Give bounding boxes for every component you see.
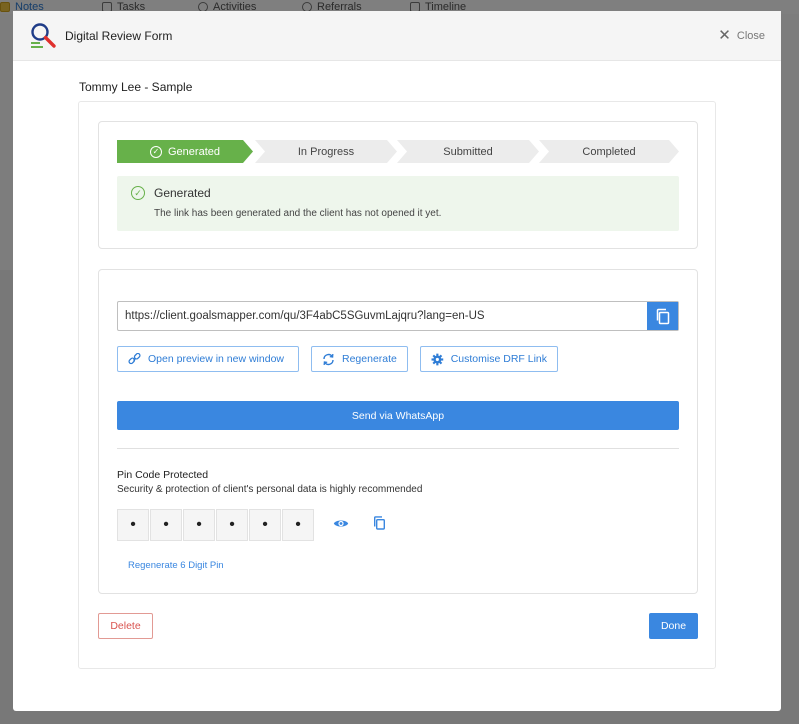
done-button[interactable]: Done xyxy=(649,613,698,639)
close-icon: ✕ xyxy=(718,27,731,44)
open-preview-label: Open preview in new window xyxy=(148,353,284,365)
step-submitted-label: Submitted xyxy=(443,145,493,158)
pin-digit[interactable]: • xyxy=(117,509,149,541)
refresh-icon xyxy=(323,353,334,365)
pin-code-field: • • • • • • xyxy=(117,509,314,541)
check-circle-icon: ✓ xyxy=(150,146,162,158)
customise-label: Customise DRF Link xyxy=(450,353,547,365)
regenerate-label: Regenerate xyxy=(342,353,397,365)
pin-digit[interactable]: • xyxy=(216,509,248,541)
check-circle-icon: ✓ xyxy=(131,186,145,200)
gear-icon xyxy=(431,353,444,365)
regenerate-pin-link[interactable]: Regenerate 6 Digit Pin xyxy=(128,560,224,571)
delete-button[interactable]: Delete xyxy=(98,613,153,639)
modal-header: Digital Review Form ✕ Close xyxy=(13,11,781,61)
close-label: Close xyxy=(736,29,765,42)
link-icon xyxy=(128,352,141,364)
link-card: https://client.goalsmapper.com/qu/3F4abC… xyxy=(98,269,698,594)
customise-drf-link-button[interactable]: Customise DRF Link xyxy=(420,346,558,372)
magnifier-logo-icon xyxy=(29,22,57,50)
copy-url-button[interactable] xyxy=(647,302,678,330)
step-submitted: Submitted xyxy=(397,140,539,163)
client-name: Tommy Lee - Sample xyxy=(79,80,193,94)
step-completed-label: Completed xyxy=(582,145,636,158)
divider xyxy=(117,448,679,449)
status-title: Generated xyxy=(154,186,211,200)
pin-description: Security & protection of client's person… xyxy=(117,484,423,495)
form-content-card: ✓ Generated In Progress Submitted Comple… xyxy=(78,101,716,669)
step-in-progress-label: In Progress xyxy=(297,145,355,158)
pin-digit[interactable]: • xyxy=(282,509,314,541)
regenerate-link-button[interactable]: Regenerate xyxy=(311,346,408,372)
step-generated: ✓ Generated xyxy=(117,140,253,163)
status-card: ✓ Generated In Progress Submitted Comple… xyxy=(98,121,698,249)
pin-digit[interactable]: • xyxy=(183,509,215,541)
copy-icon xyxy=(374,516,385,530)
digital-review-form-modal: Digital Review Form ✕ Close Tommy Lee - … xyxy=(13,11,781,711)
open-preview-button[interactable]: Open preview in new window xyxy=(117,346,299,372)
status-description: The link has been generated and the clie… xyxy=(154,208,442,219)
pin-title: Pin Code Protected xyxy=(117,469,209,481)
copy-pin-button[interactable] xyxy=(373,516,386,535)
pin-digit[interactable]: • xyxy=(249,509,281,541)
copy-icon xyxy=(656,308,669,324)
url-text[interactable]: https://client.goalsmapper.com/qu/3F4abC… xyxy=(118,302,647,330)
pin-digit[interactable]: • xyxy=(150,509,182,541)
status-message: ✓ Generated The link has been generated … xyxy=(117,176,679,231)
show-pin-button[interactable] xyxy=(333,516,349,534)
send-via-whatsapp-button[interactable]: Send via WhatsApp xyxy=(117,401,679,430)
step-completed: Completed xyxy=(539,140,679,163)
step-in-progress: In Progress xyxy=(255,140,397,163)
modal-title: Digital Review Form xyxy=(65,28,173,43)
eye-icon xyxy=(333,520,349,527)
step-generated-label: Generated xyxy=(168,145,220,158)
progress-steps: ✓ Generated In Progress Submitted Comple… xyxy=(117,140,679,163)
url-field[interactable]: https://client.goalsmapper.com/qu/3F4abC… xyxy=(117,301,679,331)
close-button[interactable]: ✕ Close xyxy=(718,28,765,43)
